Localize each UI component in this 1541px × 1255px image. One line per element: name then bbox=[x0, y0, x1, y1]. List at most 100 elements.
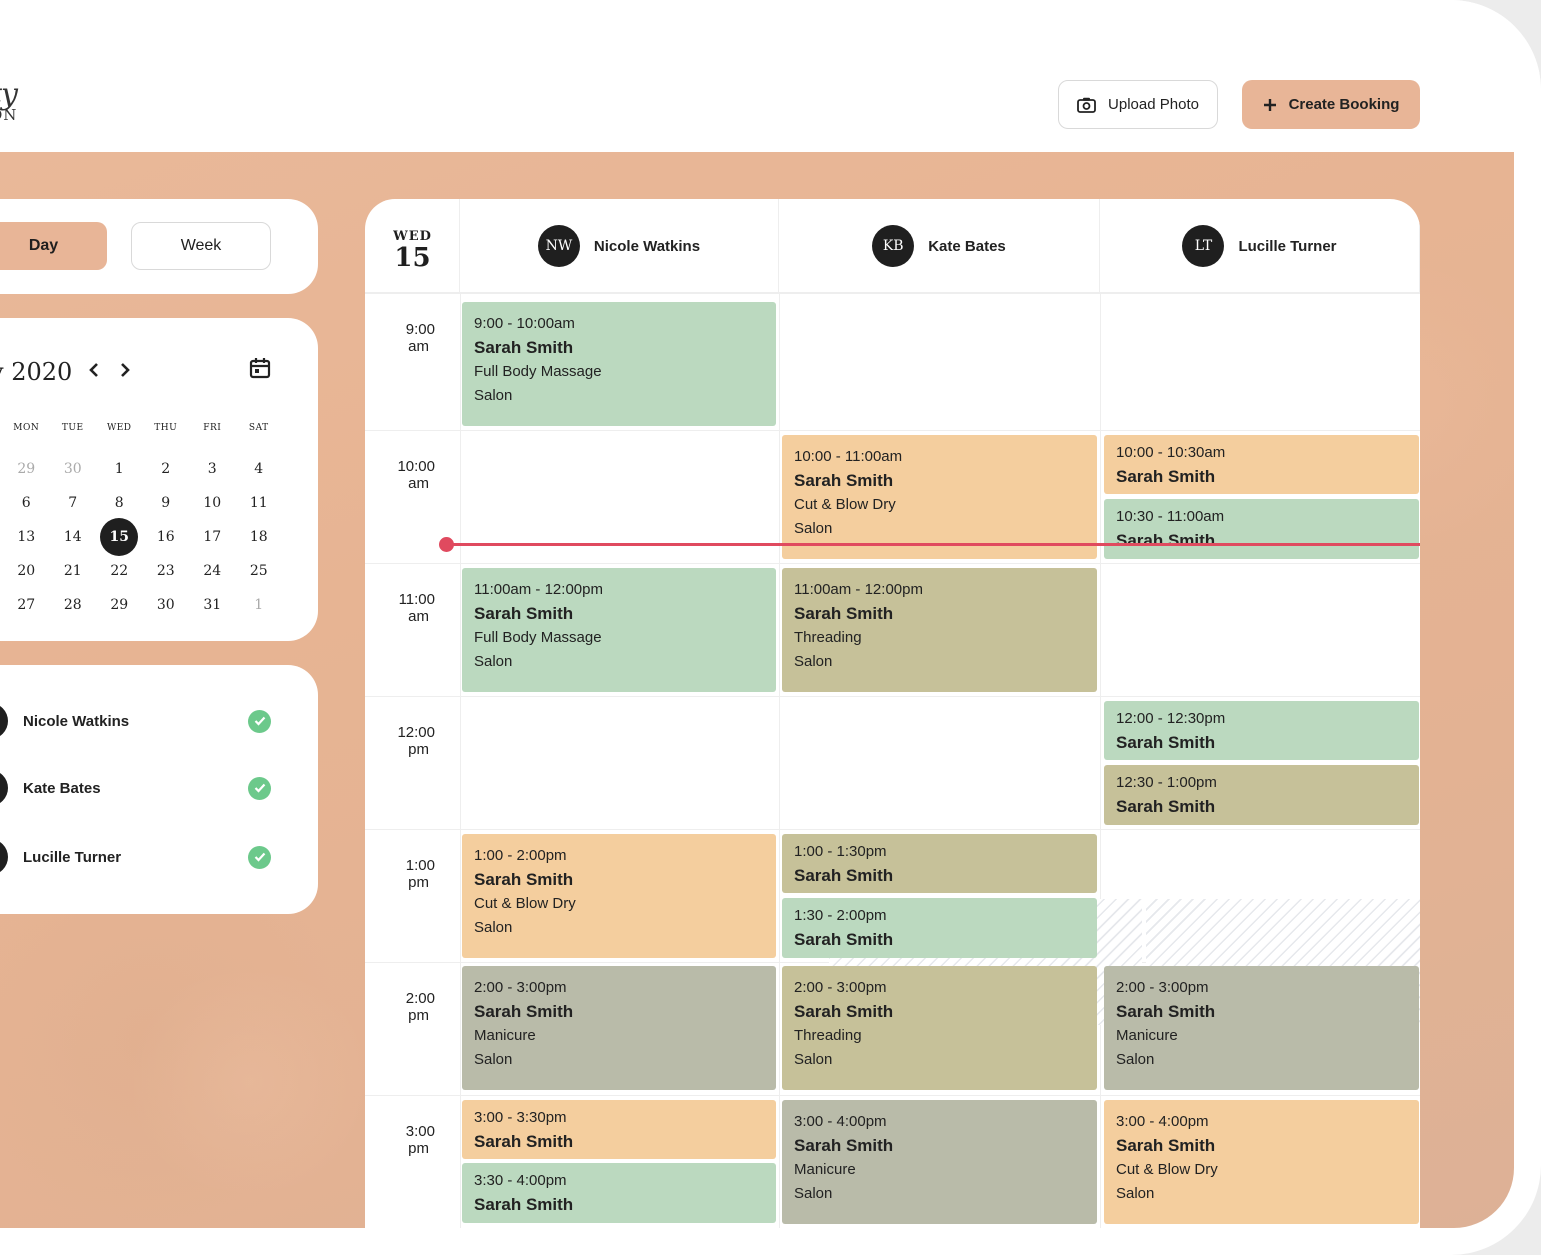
next-month-button[interactable] bbox=[119, 358, 131, 384]
booking-client: Sarah Smith bbox=[1116, 1136, 1216, 1155]
calendar-week-row: 29 30 1 2 3 4 bbox=[3, 452, 283, 486]
booking-block[interactable]: 12:30 - 1:00pm Sarah Smith bbox=[1104, 765, 1419, 825]
booking-block[interactable]: 1:00 - 1:30pm Sarah Smith bbox=[782, 834, 1097, 893]
calendar-day[interactable]: 2 bbox=[143, 461, 190, 477]
calendar-day[interactable]: 29 bbox=[96, 597, 143, 613]
upload-photo-button[interactable]: Upload Photo bbox=[1058, 80, 1218, 129]
calendar-day[interactable]: 27 bbox=[3, 597, 50, 613]
booking-location: Salon bbox=[474, 387, 513, 404]
booking-block[interactable]: 2:00 - 3:00pm Sarah Smith Manicure Salon bbox=[1104, 966, 1419, 1090]
hour-label: 2:00 pm bbox=[365, 990, 435, 1024]
booking-client: Sarah Smith bbox=[794, 930, 894, 949]
staff-name: Kate Bates bbox=[23, 779, 101, 797]
booking-block[interactable]: 12:00 - 12:30pm Sarah Smith bbox=[1104, 701, 1419, 760]
calendar-day[interactable]: 6 bbox=[3, 495, 50, 511]
booking-client: Sarah Smith bbox=[1116, 1002, 1216, 1021]
calendar-day-number: 31 bbox=[203, 597, 222, 613]
hour-label: 12:00 pm bbox=[365, 724, 435, 758]
check-icon bbox=[254, 783, 265, 793]
calendar-day[interactable]: 17 bbox=[189, 529, 236, 545]
weekday-label: FRI bbox=[203, 423, 222, 433]
booking-time: 3:30 - 4:00pm bbox=[474, 1172, 567, 1189]
weekday-label: WED bbox=[106, 423, 132, 433]
calendar-day[interactable]: 4 bbox=[236, 461, 283, 477]
open-calendar-button[interactable] bbox=[249, 357, 271, 384]
booking-time: 9:00 - 10:00am bbox=[474, 315, 575, 332]
booking-block[interactable]: 1:30 - 2:00pm Sarah Smith bbox=[782, 898, 1097, 958]
calendar-day[interactable]: 1 bbox=[236, 597, 283, 613]
schedule-day-of-week: WED bbox=[393, 229, 432, 244]
week-view-button[interactable]: Week bbox=[131, 222, 271, 270]
calendar-day[interactable]: 14 bbox=[50, 529, 97, 545]
booking-block[interactable]: 3:30 - 4:00pm Sarah Smith bbox=[462, 1163, 776, 1223]
booking-time: 11:00am - 12:00pm bbox=[474, 581, 603, 598]
calendar-day[interactable]: 16 bbox=[143, 529, 190, 545]
booking-block[interactable]: 9:00 - 10:00am Sarah Smith Full Body Massa… bbox=[462, 302, 776, 426]
staff-toggle-check[interactable] bbox=[248, 845, 271, 869]
calendar-day[interactable]: 28 bbox=[50, 597, 97, 613]
calendar-day[interactable]: 9 bbox=[143, 495, 190, 511]
booking-block[interactable]: 11:00am - 12:00pm Sarah Smith Full Body Ma… bbox=[462, 568, 776, 692]
calendar-day[interactable]: 18 bbox=[236, 529, 283, 545]
calendar-day-number: 15 bbox=[100, 518, 139, 556]
calendar-day-number: 20 bbox=[17, 563, 36, 579]
day-schedule: WED 15 NW Nicole Watkins KB Kate Bates LT Luc… bbox=[365, 199, 1420, 1228]
calendar-day-number: 23 bbox=[156, 563, 175, 579]
calendar-day-selected[interactable]: 15 bbox=[96, 518, 143, 556]
calendar-day[interactable]: 10 bbox=[189, 495, 236, 511]
calendar-day[interactable]: 1 bbox=[96, 461, 143, 477]
booking-block[interactable]: 10:00 - 10:30am Sarah Smith bbox=[1104, 435, 1419, 494]
prev-month-button[interactable] bbox=[88, 358, 100, 384]
calendar-day[interactable]: 20 bbox=[3, 563, 50, 579]
calendar-day[interactable]: 13 bbox=[3, 529, 50, 545]
plus-icon bbox=[1263, 98, 1276, 111]
calendar-day-number: 14 bbox=[63, 529, 82, 545]
booking-block[interactable]: 1:00 - 2:00pm Sarah Smith Cut & Blow Dry Sa… bbox=[462, 834, 776, 958]
calendar-day[interactable]: 8 bbox=[96, 495, 143, 511]
calendar-day[interactable]: 31 bbox=[189, 597, 236, 613]
calendar-day[interactable]: 3 bbox=[189, 461, 236, 477]
calendar-day[interactable]: 30 bbox=[143, 597, 190, 613]
calendar-day[interactable]: 22 bbox=[96, 563, 143, 579]
mini-calendar-card: y 2020 MONTUEWEDTHUFRISAT 29301234678910… bbox=[0, 318, 318, 641]
chevron-left-icon bbox=[89, 363, 98, 377]
hour-period: pm bbox=[408, 1140, 429, 1157]
calendar-day-number: 18 bbox=[249, 529, 268, 545]
booking-block[interactable]: 2:00 - 3:00pm Sarah Smith Threading Salon bbox=[782, 966, 1097, 1090]
app-frame: ty ON Upload Photo Create Booking Day We… bbox=[0, 0, 1541, 1255]
staff-toggle-check[interactable] bbox=[248, 709, 271, 733]
booking-block[interactable]: 3:00 - 4:00pm Sarah Smith Manicure Salon bbox=[782, 1100, 1097, 1224]
calendar-day[interactable]: 29 bbox=[3, 461, 50, 477]
calendar-day-number: 8 bbox=[114, 495, 124, 511]
staff-toggle-check[interactable] bbox=[248, 776, 271, 800]
booking-block[interactable]: 3:00 - 3:30pm Sarah Smith bbox=[462, 1100, 776, 1159]
create-booking-button[interactable]: Create Booking bbox=[1242, 80, 1420, 129]
staff-filter-row[interactable]: Kate Bates bbox=[0, 768, 318, 808]
calendar-week-row: 20 21 22 23 24 25 bbox=[3, 554, 283, 588]
booking-time: 3:00 - 4:00pm bbox=[1116, 1113, 1209, 1130]
calendar-day[interactable]: 30 bbox=[50, 461, 97, 477]
staff-filter-row[interactable]: Nicole Watkins bbox=[0, 701, 318, 741]
hour-period: am bbox=[408, 475, 429, 492]
calendar-day[interactable]: 11 bbox=[236, 495, 283, 511]
booking-block[interactable]: 10:30 - 11:00am Sarah Smith bbox=[1104, 499, 1419, 559]
booking-block[interactable]: 2:00 - 3:00pm Sarah Smith Manicure Salon bbox=[462, 966, 776, 1090]
current-time-line bbox=[446, 543, 1420, 546]
booking-block[interactable]: 11:00am - 12:00pm Sarah Smith Threading Sal… bbox=[782, 568, 1097, 692]
booking-block[interactable]: 10:00 - 11:00am Sarah Smith Cut & Blow Dry… bbox=[782, 435, 1097, 559]
booking-time: 2:00 - 3:00pm bbox=[1116, 979, 1209, 996]
day-view-button[interactable]: Day bbox=[0, 222, 107, 270]
calendar-day[interactable]: 7 bbox=[50, 495, 97, 511]
calendar-day[interactable]: 24 bbox=[189, 563, 236, 579]
staff-filter-row[interactable]: Lucille Turner bbox=[0, 837, 318, 877]
calendar-day-number: 27 bbox=[17, 597, 36, 613]
booking-client: Sarah Smith bbox=[474, 1002, 574, 1021]
calendar-week-row: 13 14 15 16 17 18 bbox=[3, 518, 283, 556]
hour-divider bbox=[365, 430, 1420, 431]
calendar-day[interactable]: 23 bbox=[143, 563, 190, 579]
booking-block[interactable]: 3:00 - 4:00pm Sarah Smith Cut & Blow Dry Sa… bbox=[1104, 1100, 1419, 1224]
booking-client: Sarah Smith bbox=[794, 866, 894, 885]
calendar-day[interactable]: 21 bbox=[50, 563, 97, 579]
booking-time: 1:30 - 2:00pm bbox=[794, 907, 887, 924]
calendar-day[interactable]: 25 bbox=[236, 563, 283, 579]
